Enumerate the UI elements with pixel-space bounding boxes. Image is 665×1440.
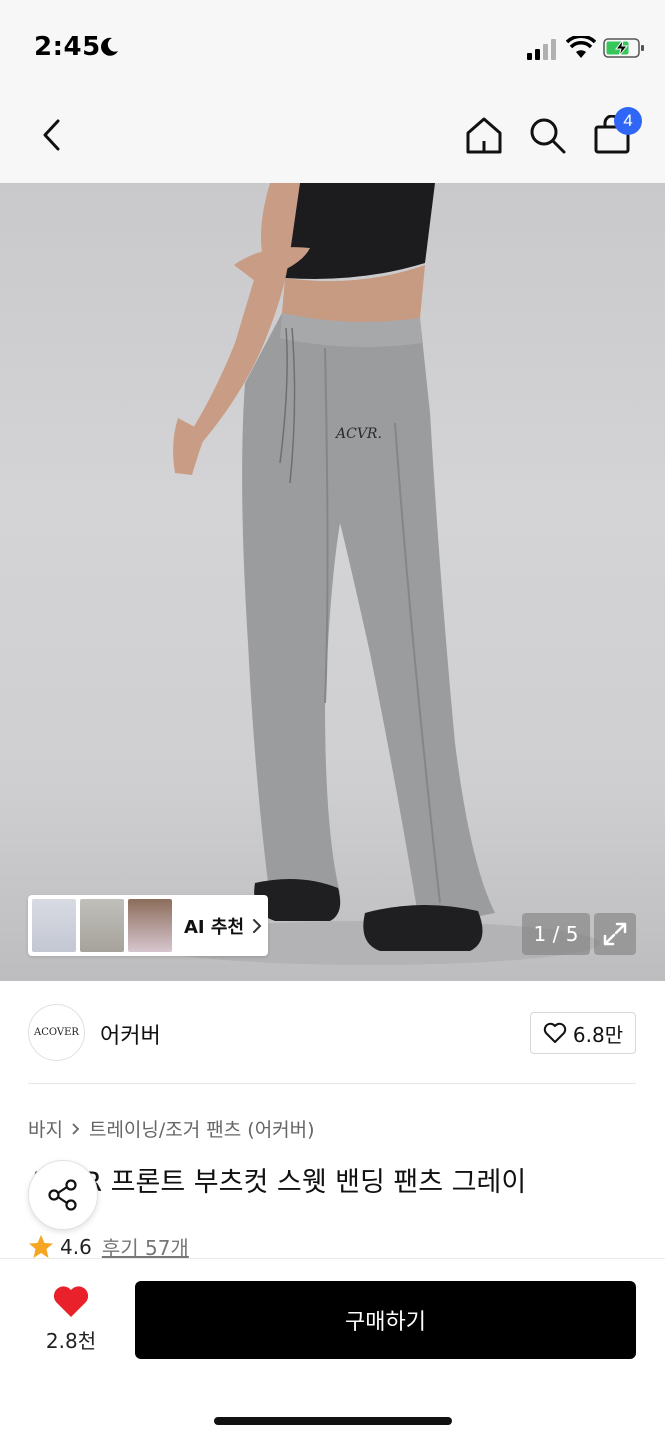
cart-count-badge: 4 <box>614 107 642 135</box>
chevron-left-icon <box>43 119 60 151</box>
home-button[interactable] <box>460 111 508 159</box>
back-button[interactable] <box>28 111 76 159</box>
search-icon <box>530 118 566 154</box>
wishlist-button[interactable]: 2.8천 <box>30 1285 112 1355</box>
signal-icon <box>527 39 556 60</box>
wifi-icon <box>566 36 596 58</box>
share-button[interactable] <box>28 1160 98 1230</box>
chevron-right-icon <box>72 1122 80 1135</box>
bottom-action-bar: 2.8천 구매하기 <box>0 1258 665 1440</box>
heart-filled-icon <box>53 1286 89 1317</box>
reviews-link[interactable]: 후기 57개 <box>102 1232 189 1261</box>
product-title: ACVR 프론트 부츠컷 스웻 밴딩 팬츠 그레이 <box>28 1167 527 1198</box>
breadcrumb-subcategory[interactable]: 트레이닝/조거 팬츠 (어커버) <box>89 1115 315 1142</box>
home-indicator <box>214 1417 452 1425</box>
rating-row: 4.6 후기 57개 <box>28 1232 189 1261</box>
brand-row: ACOVER 어커버 6.8만 <box>28 1004 636 1062</box>
recommendation-thumbnail[interactable] <box>32 899 76 952</box>
moon-icon <box>101 37 118 56</box>
top-nav-bar: 4 <box>0 95 665 183</box>
brand-name[interactable]: 어커버 <box>100 1018 161 1050</box>
breadcrumb-category[interactable]: 바지 <box>28 1115 63 1142</box>
share-icon <box>48 1179 77 1211</box>
expand-image-button[interactable] <box>594 913 636 955</box>
recommendation-thumbnail[interactable] <box>80 899 124 952</box>
status-time: 2:45 <box>34 32 101 62</box>
product-image-gallery[interactable]: ACVR. <box>0 183 665 981</box>
wishlist-count: 2.8천 <box>45 1329 97 1353</box>
battery-charging-icon <box>603 38 644 58</box>
home-icon <box>466 117 502 154</box>
buy-button[interactable]: 구매하기 <box>135 1281 636 1359</box>
divider <box>28 1083 636 1084</box>
search-button[interactable] <box>523 111 571 159</box>
breadcrumb: 바지 트레이닝/조거 팬츠 (어커버) <box>28 1115 315 1142</box>
recommendation-thumbnail[interactable] <box>128 899 172 952</box>
ai-recommendation-strip[interactable]: AI 추천 <box>28 895 268 956</box>
cart-button[interactable]: 4 <box>588 107 642 159</box>
pants-logo-text: ACVR. <box>334 426 382 442</box>
ai-recommendation-label: AI 추천 <box>184 916 245 938</box>
expand-icon <box>603 922 627 946</box>
image-page-counter: 1 / 5 <box>522 913 590 955</box>
heart-outline-icon <box>543 1022 567 1043</box>
brand-logo[interactable]: ACOVER <box>28 1004 85 1061</box>
status-bar: 2:45 <box>0 0 665 95</box>
brand-like-count: 6.8만 <box>572 1022 624 1047</box>
chevron-right-icon <box>253 918 262 933</box>
rating-score: 4.6 <box>60 1234 92 1259</box>
star-icon <box>29 1234 53 1258</box>
brand-like-button[interactable]: 6.8만 <box>530 1012 636 1054</box>
product-photo: ACVR. <box>140 183 600 965</box>
